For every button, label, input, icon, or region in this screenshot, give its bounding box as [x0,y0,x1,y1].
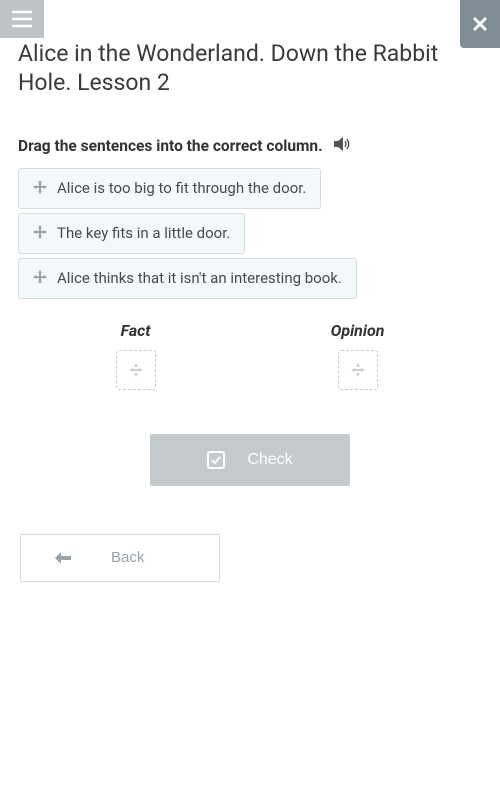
opinion-dropzone[interactable] [338,350,378,390]
back-button[interactable]: Back [20,534,220,582]
sentence-text: Alice is too big to fit through the door… [57,179,306,197]
draggable-sentence[interactable]: The key fits in a little door. [18,213,245,254]
audio-button[interactable] [333,136,351,156]
opinion-column: Opinion [331,321,385,390]
back-label: Back [111,549,144,566]
hamburger-icon [11,10,33,28]
main-content: Alice in the Wonderland. Down the Rabbit… [0,40,500,582]
sentence-list: Alice is too big to fit through the door… [18,168,482,299]
drop-columns: Fact Opinion [18,321,482,390]
menu-button[interactable] [0,0,44,38]
arrow-left-icon [55,552,71,564]
page-title: Alice in the Wonderland. Down the Rabbit… [18,40,482,98]
instruction-text: Drag the sentences into the correct colu… [18,137,323,155]
top-bar [0,0,500,38]
drop-target-icon [350,362,366,378]
fact-dropzone[interactable] [116,350,156,390]
sentence-text: The key fits in a little door. [57,224,230,242]
check-icon [207,451,225,469]
drop-target-icon [128,362,144,378]
move-icon [33,179,47,198]
opinion-header: Opinion [331,321,385,340]
close-button[interactable] [460,0,500,48]
draggable-sentence[interactable]: Alice thinks that it isn't an interestin… [18,258,357,299]
move-icon [33,224,47,243]
sentence-text: Alice thinks that it isn't an interestin… [57,269,342,287]
fact-header: Fact [121,321,151,340]
close-icon [471,15,489,33]
instruction-row: Drag the sentences into the correct colu… [18,136,482,156]
draggable-sentence[interactable]: Alice is too big to fit through the door… [18,168,321,209]
check-button[interactable]: Check [150,434,350,486]
fact-column: Fact [116,321,156,390]
move-icon [33,269,47,288]
speaker-icon [333,136,351,152]
check-label: Check [247,451,292,469]
